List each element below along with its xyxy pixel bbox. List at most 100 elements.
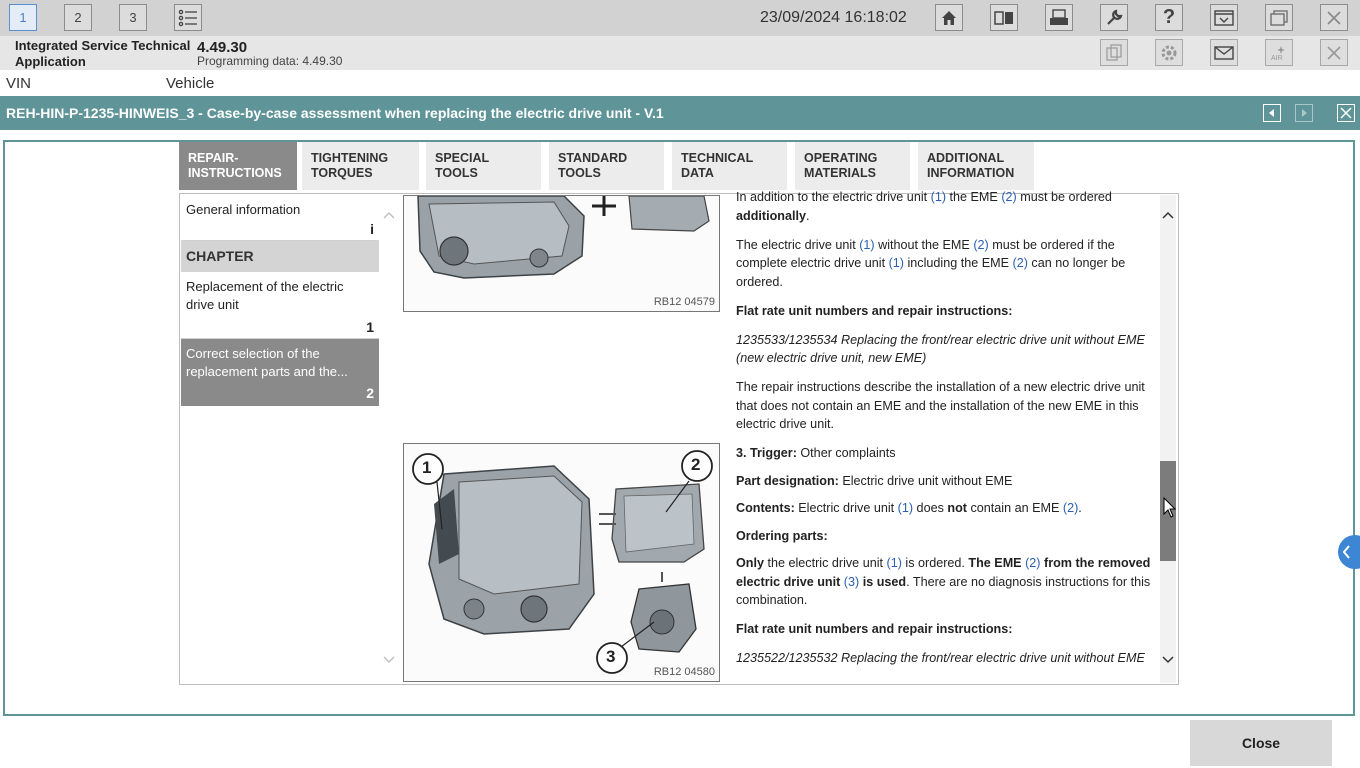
tab-label-line2: TOOLS	[558, 166, 601, 180]
reference-link-1[interactable]: (1)	[898, 501, 913, 515]
instruction-text: In addition to the electric drive unit (…	[736, 188, 1152, 684]
tab-tightening-torques[interactable]: TIGHTENING TORQUES	[302, 142, 419, 190]
callout-1: 1	[422, 458, 432, 477]
repair-instruction-reference-1: 1235533/1235534 Replacing the front/rear…	[736, 332, 1145, 366]
callout-2: 2	[691, 455, 701, 474]
document-copy-icon[interactable]	[1100, 39, 1128, 66]
application-name: Integrated Service Technical Application	[15, 38, 191, 69]
scroll-up-icon[interactable]	[1162, 211, 1174, 219]
scroll-down-icon[interactable]	[1162, 656, 1174, 664]
toc-scrollbar[interactable]	[381, 195, 397, 683]
tab-technical-data[interactable]: TECHNICAL DATA	[672, 142, 787, 190]
tab-label-line1: TECHNICAL	[681, 151, 754, 165]
dropdown-panel-icon[interactable]	[1210, 4, 1238, 31]
reference-link-2[interactable]: (2)	[1063, 501, 1078, 515]
toc-item-number: i	[370, 221, 374, 237]
home-icon[interactable]	[935, 4, 963, 31]
print-icon[interactable]	[1045, 4, 1073, 31]
close-icon[interactable]	[1320, 4, 1348, 31]
toc-item-number: 1	[366, 319, 374, 335]
toc-item-label: Correct selection of the replacement par…	[186, 346, 348, 379]
reference-link-3[interactable]: (3)	[844, 575, 859, 589]
heading-flat-rate-2: Flat rate unit numbers and repair instru…	[736, 622, 1013, 636]
list-icon[interactable]	[174, 4, 202, 31]
figure-rb12-04579: RB12 04579	[403, 195, 720, 312]
top-toolbar: 1 2 3 23/09/2024 16:18:02 ?	[0, 0, 1360, 36]
figure-label: RB12 04579	[653, 296, 715, 308]
tab-label-line1: TIGHTENING	[311, 151, 389, 165]
tab-label-line1: STANDARD	[558, 151, 628, 165]
table-of-contents: General information i CHAPTER Replacemen…	[181, 195, 379, 683]
figure-rb12-04580: 1 2 3 RB12 04580	[403, 443, 720, 682]
toc-item-replacement[interactable]: Replacement of the electric drive unit 1	[181, 272, 379, 339]
paragraph-trigger: 3. Trigger: Other complaints	[736, 446, 896, 460]
split-view-icon[interactable]	[990, 4, 1018, 31]
wrench-icon[interactable]	[1100, 4, 1128, 31]
toc-item-label: Replacement of the electric drive unit	[186, 279, 344, 312]
previous-document-icon[interactable]	[1263, 104, 1281, 122]
next-document-icon[interactable]	[1295, 104, 1313, 122]
mail-icon[interactable]	[1210, 39, 1238, 66]
paragraph-ordering: Only the electric drive unit (1) is orde…	[736, 556, 1151, 607]
heading-ordering-parts: Ordering parts:	[736, 528, 828, 543]
datetime: 23/09/2024 16:18:02	[760, 9, 907, 26]
tab-label-line2: INFORMATION	[927, 166, 1015, 180]
tab-additional-information[interactable]: ADDITIONAL INFORMATION	[918, 142, 1034, 190]
reference-link-1[interactable]: (1)	[859, 238, 874, 252]
session-tab-1[interactable]: 1	[9, 4, 37, 31]
vehicle-info-bar: VIN Vehicle	[0, 70, 1360, 96]
document-title-bar: REH-HIN-P-1235-HINWEIS_3 - Case-by-case …	[0, 96, 1360, 130]
callout-3: 3	[606, 647, 616, 666]
session-tab-2[interactable]: 2	[64, 4, 92, 31]
toc-item-correct-selection[interactable]: Correct selection of the replacement par…	[181, 339, 379, 406]
programming-data: Programming data: 4.49.30	[197, 54, 343, 68]
drive-unit-illustration	[404, 196, 719, 311]
tab-label-line1: SPECIAL TOOLS	[435, 151, 489, 180]
scroll-down-icon	[383, 656, 395, 663]
close-button[interactable]: Close	[1190, 720, 1332, 766]
help-icon[interactable]: ?	[1155, 4, 1183, 31]
toc-item-label: General information	[186, 202, 301, 217]
paragraph-without-eme: The electric drive unit (1) without the …	[736, 237, 1126, 289]
paragraph-part-designation: Part designation: Electric drive unit wi…	[736, 473, 1013, 488]
toc-chapter-header: CHAPTER	[181, 241, 379, 272]
close-app-icon[interactable]	[1320, 39, 1348, 66]
application-bar: Integrated Service Technical Application…	[0, 36, 1360, 70]
tab-special-tools[interactable]: SPECIAL TOOLS	[426, 142, 541, 190]
tab-label-line1: OPERATING	[804, 151, 878, 165]
vehicle-label: Vehicle	[166, 75, 215, 92]
paragraph-contents: Contents: Electric drive unit (1) does n…	[736, 501, 1082, 515]
tab-label-line1: REPAIR-	[188, 151, 239, 165]
tab-label-line2: DATA	[681, 166, 714, 180]
reference-link-1[interactable]: (1)	[887, 556, 902, 570]
tab-standard-tools[interactable]: STANDARD TOOLS	[549, 142, 664, 190]
figure-label: RB12 04580	[653, 666, 715, 678]
session-tab-3[interactable]: 3	[119, 4, 147, 31]
window-icon[interactable]	[1265, 4, 1293, 31]
reference-link-2[interactable]: (2)	[973, 238, 988, 252]
repair-instruction-reference-2: 1235522/1235532 Replacing the front/rear…	[736, 651, 1145, 665]
reference-link-2[interactable]: (2)	[1013, 256, 1028, 270]
document-title: REH-HIN-P-1235-HINWEIS_3 - Case-by-case …	[6, 105, 664, 121]
vin-label: VIN	[6, 75, 32, 92]
close-document-icon[interactable]	[1337, 104, 1355, 122]
gear-icon[interactable]	[1155, 39, 1183, 66]
tab-label-line2: MATERIALS	[804, 166, 876, 180]
content-scrollbar[interactable]	[1160, 195, 1176, 683]
mouse-cursor-icon	[1163, 497, 1177, 518]
reference-link-2[interactable]: (2)	[1001, 190, 1016, 204]
toc-general-information[interactable]: General information i	[181, 195, 379, 241]
tab-repair-instructions[interactable]: REPAIR- INSTRUCTIONS	[179, 142, 297, 190]
reference-link-1[interactable]: (1)	[889, 256, 904, 270]
tab-label-line1: ADDITIONAL	[927, 151, 1005, 165]
svg-text:AIR: AIR	[1271, 55, 1283, 62]
drive-unit-components-illustration	[404, 444, 719, 681]
reference-link-2[interactable]: (2)	[1025, 556, 1040, 570]
paragraph-additionally: In addition to the electric drive unit (…	[736, 190, 1112, 223]
tab-label-line2: TORQUES	[311, 166, 373, 180]
scroll-up-icon	[383, 212, 395, 219]
reference-link-1[interactable]: (1)	[931, 190, 946, 204]
tab-operating-materials[interactable]: OPERATING MATERIALS	[795, 142, 910, 190]
air-icon[interactable]: AIR	[1265, 39, 1293, 66]
tab-label-line2: INSTRUCTIONS	[188, 166, 282, 180]
